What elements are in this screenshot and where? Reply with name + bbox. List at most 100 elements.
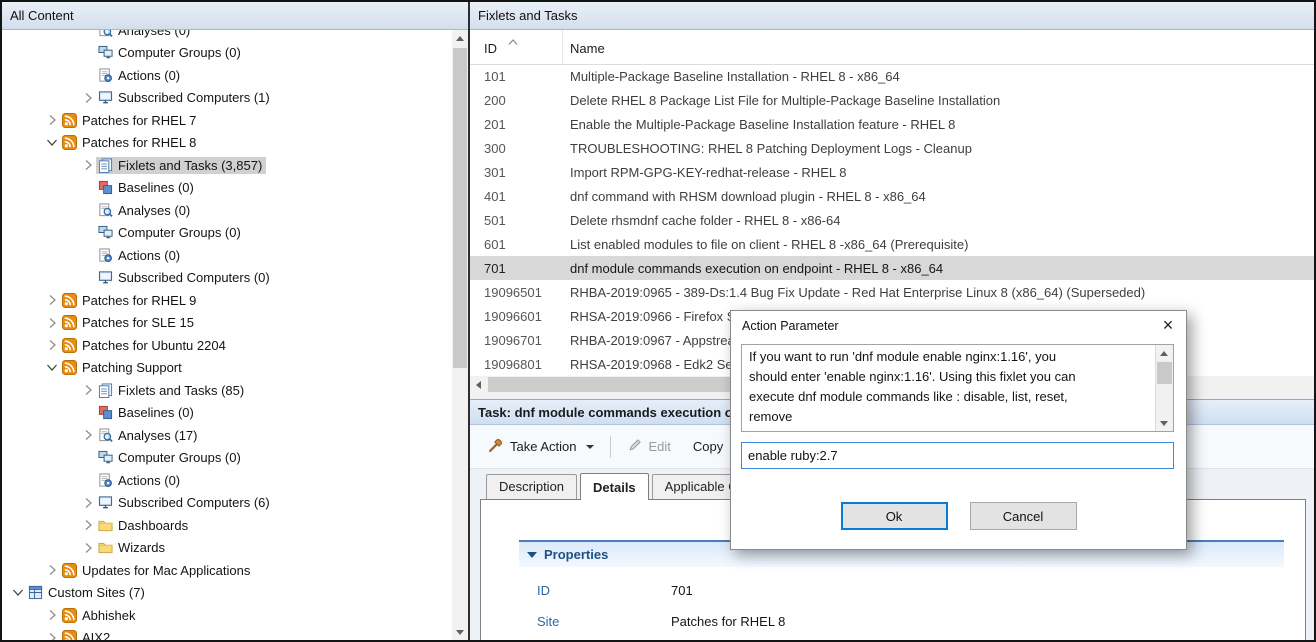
tree-item-aix2[interactable]: AIX2 [2,627,452,641]
chevron-right-icon[interactable] [80,157,96,173]
table-row[interactable]: 300TROUBLESHOOTING: RHEL 8 Patching Depl… [470,136,1314,160]
scroll-up-icon[interactable] [452,30,468,46]
chevron-right-icon[interactable] [44,315,60,331]
tree-item-analyses-0[interactable]: Analyses (0) [2,199,452,222]
cancel-button[interactable]: Cancel [970,502,1077,530]
scroll-down-icon[interactable] [1156,415,1172,431]
tree-item-actions-0[interactable]: Actions (0) [2,469,452,492]
take-action-button[interactable]: Take Action [480,433,602,460]
table-row[interactable]: 19096501RHBA-2019:0965 - 389-Ds:1.4 Bug … [470,280,1314,304]
tab-details[interactable]: Details [580,473,649,500]
tree-item-fixlets-and-tasks-3-857[interactable]: Fixlets and Tasks (3,857) [2,154,452,177]
tree-item-computer-groups-0[interactable]: Computer Groups (0) [2,222,452,245]
tree-item-label: Subscribed Computers (1) [118,90,270,105]
tree-item-subscribed-computers-1[interactable]: Subscribed Computers (1) [2,87,452,110]
tree-item-subscribed-computers-6[interactable]: Subscribed Computers (6) [2,492,452,515]
copy-button[interactable]: Copy [685,435,731,458]
tree-scrollbar[interactable] [452,30,468,640]
cell-id: 300 [470,141,562,156]
chevron-right-icon[interactable] [80,517,96,533]
chevron-right-icon[interactable] [80,90,96,106]
ok-button[interactable]: Ok [841,502,948,530]
scrollbar-thumb[interactable] [453,48,467,368]
tree-item-custom-sites-7[interactable]: Custom Sites (7) [2,582,452,605]
property-row: SitePatches for RHEL 8 [519,606,1284,637]
tree-item-fixlets-and-tasks-85[interactable]: Fixlets and Tasks (85) [2,379,452,402]
table-row[interactable]: 701dnf module commands execution on endp… [470,256,1314,280]
table-row[interactable]: 401dnf command with RHSM download plugin… [470,184,1314,208]
dialog-title: Action Parameter [742,319,839,333]
chevron-right-icon[interactable] [44,292,60,308]
parameter-input[interactable] [741,442,1174,469]
tree-item-patches-for-sle-15[interactable]: Patches for SLE 15 [2,312,452,335]
tree-item-label: Patches for RHEL 7 [82,113,196,128]
table-row[interactable]: 601List enabled modules to file on clien… [470,232,1314,256]
close-icon[interactable]: × [1151,312,1185,338]
tree-item-patches-for-rhel-9[interactable]: Patches for RHEL 9 [2,289,452,312]
chevron-right-icon[interactable] [80,495,96,511]
tree-node: Subscribed Computers (0) [96,269,274,286]
bigfix-console-window: All Content Analyses (0)Computer Groups … [0,0,1316,642]
feed-icon [62,608,77,623]
cell-name: TROUBLESHOOTING: RHEL 8 Patching Deploym… [562,141,972,156]
chevron-down-icon[interactable] [44,360,60,376]
tree-item-label: Patches for RHEL 8 [82,135,196,150]
chevron-right-icon[interactable] [44,607,60,623]
chevron-right-icon[interactable] [80,382,96,398]
left-panel-title: All Content [10,8,74,23]
table-row[interactable]: 201Enable the Multiple-Package Baseline … [470,112,1314,136]
table-row[interactable]: 501Delete rhsmdnf cache folder - RHEL 8 … [470,208,1314,232]
chevron-right-icon[interactable] [80,540,96,556]
tree-item-label: Patching Support [82,360,182,375]
tree-item-label: Patches for Ubuntu 2204 [82,338,226,353]
table-row[interactable]: 200Delete RHEL 8 Package List File for M… [470,88,1314,112]
tree-item-patches-for-rhel-7[interactable]: Patches for RHEL 7 [2,109,452,132]
chevron-down-icon[interactable] [44,135,60,151]
tree-node: Custom Sites (7) [26,584,149,601]
tree-item-patches-for-rhel-8[interactable]: Patches for RHEL 8 [2,132,452,155]
tree-item-computer-groups-0[interactable]: Computer Groups (0) [2,42,452,65]
scrollbar-thumb[interactable] [1157,362,1172,384]
column-header-name[interactable]: Name [562,30,1314,64]
feed-icon [62,338,77,353]
scroll-left-icon[interactable] [470,376,486,393]
expander-spacer [80,67,96,83]
tree-item-label: Custom Sites (7) [48,585,145,600]
expander-spacer [80,247,96,263]
column-header-id[interactable]: ID [470,30,563,64]
tree-item-updates-for-mac-applications[interactable]: Updates for Mac Applications [2,559,452,582]
table-row[interactable]: 301Import RPM-GPG-KEY-redhat-release - R… [470,160,1314,184]
tree-node: Baselines (0) [96,404,198,421]
message-scrollbar[interactable] [1155,345,1173,431]
tree-item-baselines-0[interactable]: Baselines (0) [2,402,452,425]
chevron-down-icon[interactable] [10,585,26,601]
tree-item-baselines-0[interactable]: Baselines (0) [2,177,452,200]
tree-item-analyses-0[interactable]: Analyses (0) [2,30,452,42]
subscribed-icon [98,90,113,105]
tree-item-dashboards[interactable]: Dashboards [2,514,452,537]
tab-description[interactable]: Description [486,474,577,499]
tree-node: Analyses (17) [96,427,201,444]
tree-item-label: Computer Groups (0) [118,225,241,240]
table-row[interactable]: 101Multiple-Package Baseline Installatio… [470,64,1314,88]
actions-icon [98,473,113,488]
chevron-right-icon[interactable] [44,112,60,128]
chevron-right-icon[interactable] [44,337,60,353]
tree-item-abhishek[interactable]: Abhishek [2,604,452,627]
scroll-down-icon[interactable] [452,624,468,640]
tree-item-subscribed-computers-0[interactable]: Subscribed Computers (0) [2,267,452,290]
chevron-right-icon[interactable] [44,562,60,578]
tree-item-actions-0[interactable]: Actions (0) [2,64,452,87]
tree-item-computer-groups-0[interactable]: Computer Groups (0) [2,447,452,470]
tree-item-actions-0[interactable]: Actions (0) [2,244,452,267]
chevron-right-icon[interactable] [80,427,96,443]
cell-id: 19096801 [470,357,562,372]
tree-item-patching-support[interactable]: Patching Support [2,357,452,380]
tree-node: Abhishek [60,607,139,624]
edit-button[interactable]: Edit [619,433,679,460]
tree-item-patches-for-ubuntu-2204[interactable]: Patches for Ubuntu 2204 [2,334,452,357]
scroll-up-icon[interactable] [1156,345,1172,361]
tree-item-analyses-17[interactable]: Analyses (17) [2,424,452,447]
tree-item-wizards[interactable]: Wizards [2,537,452,560]
chevron-right-icon[interactable] [44,630,60,640]
